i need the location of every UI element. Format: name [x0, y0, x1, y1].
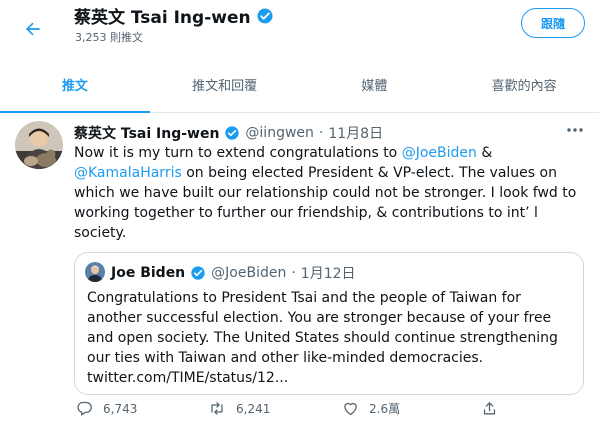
tweet-author-handle[interactable]: @iingwen: [245, 125, 313, 141]
follow-button[interactable]: 跟隨: [521, 8, 585, 38]
profile-tabs: 推文 推文和回覆 媒體 喜歡的內容: [0, 57, 599, 113]
dot-separator: ·: [291, 265, 296, 281]
tweet-text: Now it is my turn to extend congratulati…: [74, 143, 579, 243]
verified-badge-icon: [256, 7, 274, 25]
like-button[interactable]: 2.6萬: [342, 400, 400, 417]
quoted-tweet[interactable]: Joe Biden @JoeBiden · 1月12日 Congratulati…: [74, 252, 584, 395]
quoted-text: Congratulations to President Tsai and th…: [87, 290, 558, 386]
tweet-text-part: &: [476, 145, 493, 161]
mention-link[interactable]: @KamalaHarris: [74, 165, 182, 181]
more-horizontal-icon: [565, 122, 587, 138]
more-button[interactable]: [565, 122, 587, 138]
share-icon: [481, 400, 498, 417]
share-button[interactable]: [481, 400, 498, 417]
verified-badge-icon: [190, 265, 206, 281]
like-count: 2.6萬: [369, 402, 401, 416]
reply-count: 6,743: [103, 401, 138, 416]
quoted-author-name: Joe Biden: [111, 265, 186, 281]
avatar[interactable]: [15, 121, 63, 169]
tweet-actions: 6,743 6,241 2.6萬: [74, 400, 584, 420]
dot-separator: ·: [318, 125, 324, 141]
tab-tweets-and-replies[interactable]: 推文和回覆: [150, 57, 300, 112]
tweet-count: 3,253 則推文: [75, 31, 143, 44]
quoted-date: 1月12日: [300, 266, 356, 282]
tab-likes[interactable]: 喜歡的內容: [449, 57, 599, 112]
back-button[interactable]: [18, 14, 48, 44]
mention-link[interactable]: @JoeBiden: [402, 145, 477, 161]
tab-media[interactable]: 媒體: [300, 57, 450, 112]
tweet[interactable]: 蔡英文 Tsai Ing-wen @iingwen · 11月8日 Now it…: [0, 113, 599, 425]
reply-button[interactable]: 6,743: [76, 400, 137, 417]
verified-badge-icon: [224, 125, 240, 141]
tweet-date[interactable]: 11月8日: [328, 123, 383, 143]
profile-name: 蔡英文 Tsai Ing-wen: [74, 8, 251, 28]
profile-header: 蔡英文 Tsai Ing-wen 3,253 則推文 跟隨: [0, 0, 599, 57]
quoted-header: Joe Biden @JoeBiden · 1月12日: [111, 263, 356, 283]
retweet-button[interactable]: 6,241: [208, 400, 270, 417]
tweet-header: 蔡英文 Tsai Ing-wen @iingwen · 11月8日: [74, 123, 383, 143]
tweet-author-name[interactable]: 蔡英文 Tsai Ing-wen: [74, 123, 219, 143]
tweet-text-part: Now it is my turn to extend congratulati…: [74, 145, 402, 161]
reply-icon: [76, 400, 93, 417]
retweet-count: 6,241: [236, 401, 271, 416]
quoted-avatar: [85, 262, 105, 282]
heart-icon: [342, 400, 359, 417]
profile-name-row: 蔡英文 Tsai Ing-wen: [74, 3, 274, 28]
tab-tweets[interactable]: 推文: [0, 57, 150, 113]
arrow-left-icon: [23, 19, 43, 39]
retweet-icon: [208, 400, 226, 417]
quoted-author-handle: @JoeBiden: [211, 265, 287, 281]
